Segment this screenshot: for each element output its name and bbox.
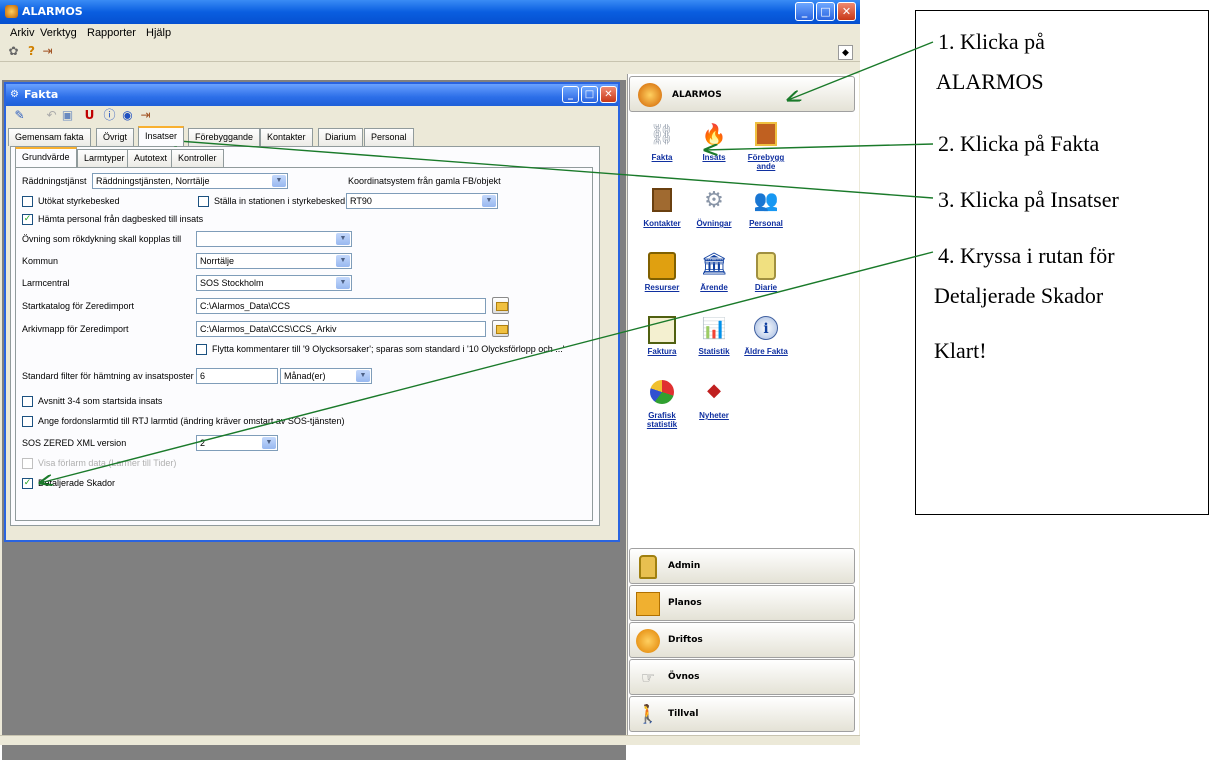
tab-insatser[interactable]: Insatser xyxy=(138,126,185,146)
subtab-grundvarde[interactable]: Grundvärde xyxy=(15,147,77,167)
annotation-arrows xyxy=(0,41,934,745)
arrow-step3 xyxy=(165,140,934,199)
arrow-step1 xyxy=(788,41,934,100)
arrow-step2 xyxy=(705,143,934,150)
arrow-step4 xyxy=(40,251,934,483)
